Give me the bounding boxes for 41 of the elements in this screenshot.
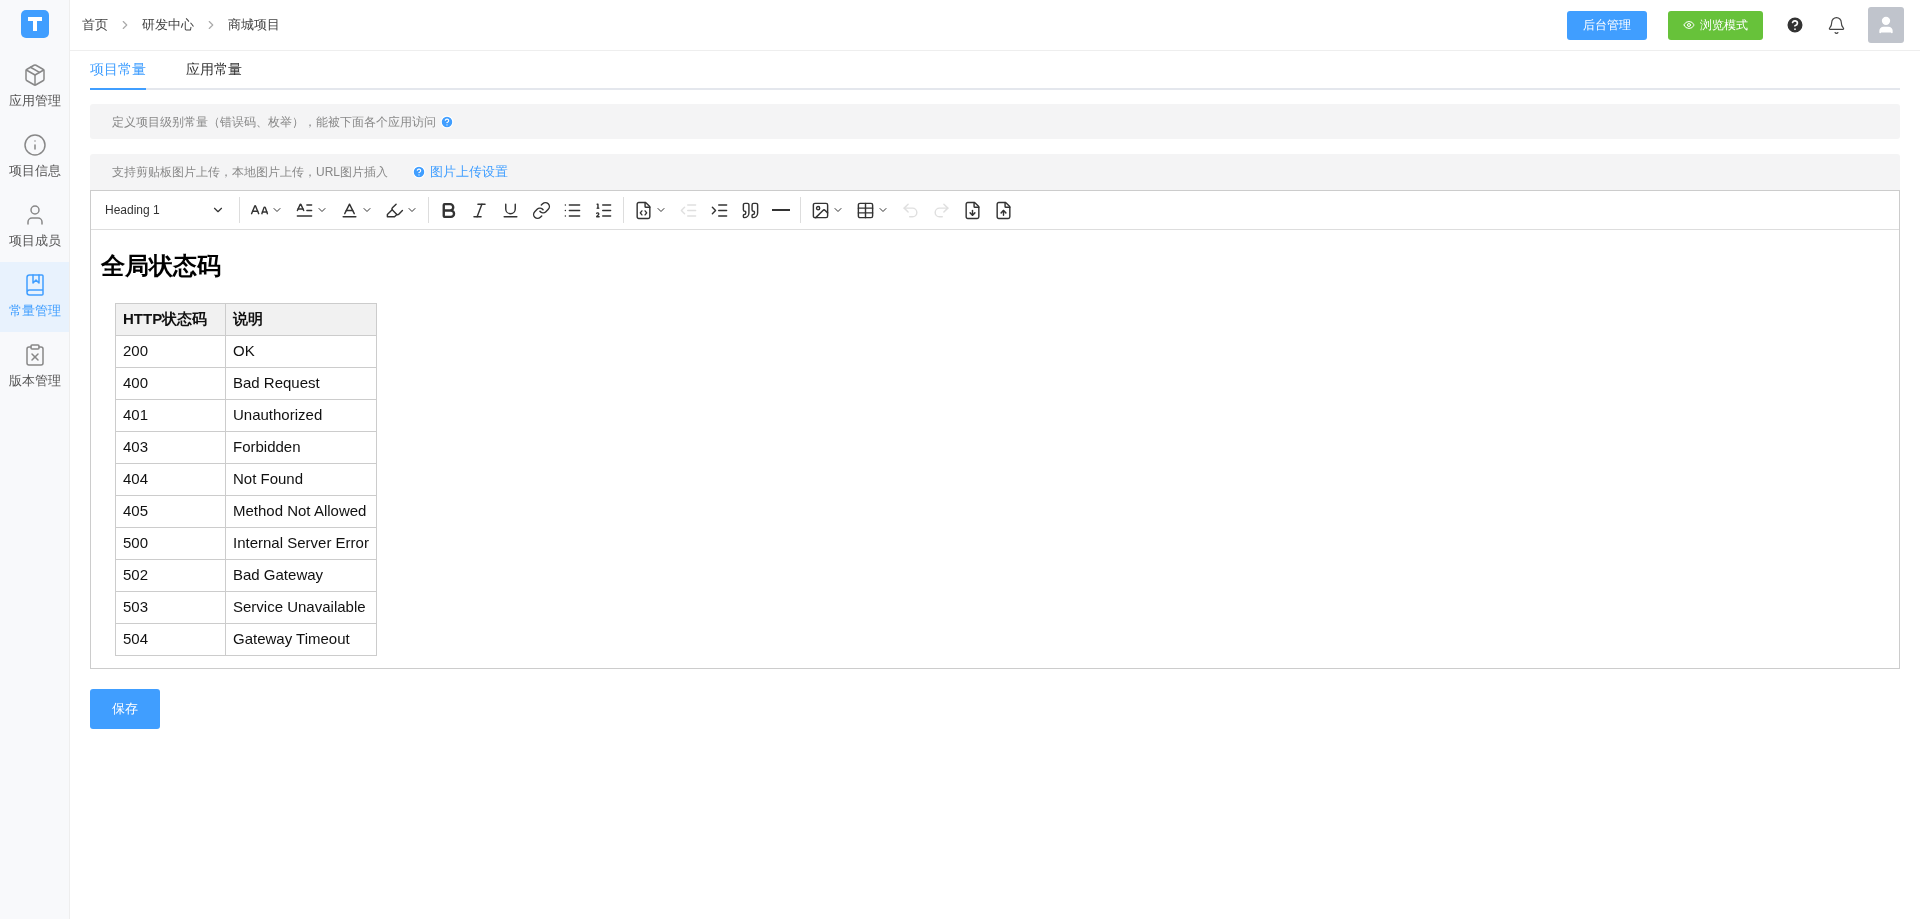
logo-icon xyxy=(20,10,49,38)
table-cell: 403 xyxy=(115,431,226,464)
column-header: 说明 xyxy=(225,303,377,336)
user-icon xyxy=(1876,15,1896,35)
table-cell: 504 xyxy=(115,623,226,656)
table-cell: Method Not Allowed xyxy=(225,495,377,528)
tab[interactable]: 应用常量 xyxy=(186,59,242,90)
table-cell: 503 xyxy=(115,591,226,624)
table-cell: Forbidden xyxy=(225,431,377,464)
table-cell: Gateway Timeout xyxy=(225,623,377,656)
table-cell: 500 xyxy=(115,527,226,560)
breadcrumb-link[interactable]: 研发中心 xyxy=(142,15,194,35)
table-cell: 404 xyxy=(115,463,226,496)
table-cell: 401 xyxy=(115,399,226,432)
table-cell: 400 xyxy=(115,367,226,400)
table-cell: Service Unavailable xyxy=(225,591,377,624)
column-header: HTTP状态码 xyxy=(115,303,226,336)
notification-icon[interactable] xyxy=(1827,15,1846,35)
table-cell: 200 xyxy=(115,335,226,368)
sidebar-item[interactable]: 项目信息 xyxy=(0,122,69,192)
table-cell: Unauthorized xyxy=(225,399,377,432)
heading-select[interactable]: Heading 1 xyxy=(95,201,235,219)
breadcrumb-link[interactable]: 首页 xyxy=(82,15,108,35)
help-icon[interactable] xyxy=(1785,15,1805,35)
table-cell: Not Found xyxy=(225,463,377,496)
info-icon xyxy=(22,133,47,158)
table-cell: OK xyxy=(225,335,377,368)
breadcrumb-link[interactable]: 商城项目 xyxy=(228,15,280,35)
table-cell: 405 xyxy=(115,495,226,528)
table-cell: Bad Request xyxy=(225,367,377,400)
upload-hint-text: 支持剪贴板图片上传，本地图片上传，URL图片插入 xyxy=(112,164,388,181)
table-cell: Bad Gateway xyxy=(225,559,377,592)
document-heading: 全局状态码 xyxy=(101,251,222,281)
eye-icon xyxy=(1683,19,1695,31)
table-cell: 502 xyxy=(115,559,226,592)
sidebar-item[interactable]: 版本管理 xyxy=(0,332,69,402)
sidebar-item[interactable]: 项目成员 xyxy=(0,192,69,262)
box-icon xyxy=(22,63,47,88)
sidebar-item[interactable]: 应用管理 xyxy=(0,52,69,122)
table-cell: Internal Server Error xyxy=(225,527,377,560)
description-text: 定义项目级别常量（错误码、枚举），能被下面各个应用访问 xyxy=(112,113,436,131)
